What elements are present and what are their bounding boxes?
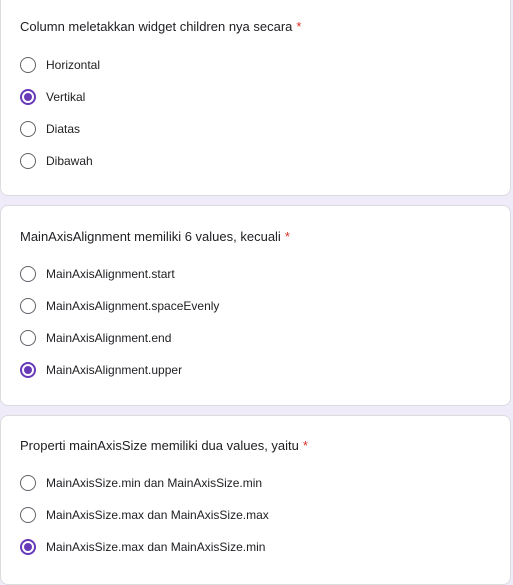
radio-button[interactable]	[20, 266, 36, 282]
radio-button[interactable]	[20, 475, 36, 491]
option-label: MainAxisSize.max dan MainAxisSize.min	[46, 540, 266, 554]
question-title: MainAxisAlignment memiliki 6 values, kec…	[20, 229, 290, 244]
question-card-3: Properti mainAxisSize memiliki dua value…	[0, 415, 511, 585]
radio-button[interactable]	[20, 298, 36, 314]
required-asterisk: *	[302, 438, 308, 453]
option-label: MainAxisAlignment.end	[46, 331, 172, 345]
option-label: MainAxisAlignment.start	[46, 267, 175, 281]
option-space-evenly[interactable]: MainAxisAlignment.spaceEvenly	[20, 296, 219, 316]
radio-button-selected[interactable]	[20, 89, 36, 105]
option-dibawah[interactable]: Dibawah	[20, 151, 93, 171]
option-diatas[interactable]: Diatas	[20, 119, 80, 139]
option-end[interactable]: MainAxisAlignment.end	[20, 328, 171, 348]
required-asterisk: *	[284, 229, 290, 244]
option-label: MainAxisAlignment.upper	[46, 363, 183, 377]
required-asterisk: *	[296, 19, 302, 34]
option-label: MainAxisAlignment.spaceEvenly	[46, 299, 220, 313]
radio-button[interactable]	[20, 507, 36, 523]
radio-button[interactable]	[20, 121, 36, 137]
question-title: Properti mainAxisSize memiliki dua value…	[20, 438, 308, 453]
radio-button-selected[interactable]	[20, 539, 36, 555]
question-card-1: Column meletakkan widget children nya se…	[0, 0, 511, 196]
option-label: Dibawah	[46, 154, 93, 168]
question-card-2: MainAxisAlignment memiliki 6 values, kec…	[0, 205, 511, 406]
option-label: MainAxisSize.min dan MainAxisSize.min	[46, 476, 263, 490]
question-title: Column meletakkan widget children nya se…	[20, 19, 302, 34]
option-horizontal[interactable]: Horizontal	[20, 55, 100, 75]
radio-button[interactable]	[20, 153, 36, 169]
option-start[interactable]: MainAxisAlignment.start	[20, 264, 175, 284]
option-label: MainAxisSize.max dan MainAxisSize.max	[46, 508, 269, 522]
radio-button-selected[interactable]	[20, 362, 36, 378]
option-max-max[interactable]: MainAxisSize.max dan MainAxisSize.max	[20, 505, 269, 525]
option-min-min[interactable]: MainAxisSize.min dan MainAxisSize.min	[20, 473, 262, 493]
option-label: Horizontal	[46, 58, 101, 72]
option-label: Diatas	[46, 122, 81, 136]
radio-button[interactable]	[20, 330, 36, 346]
radio-button[interactable]	[20, 57, 36, 73]
option-max-min[interactable]: MainAxisSize.max dan MainAxisSize.min	[20, 537, 265, 557]
option-vertikal[interactable]: Vertikal	[20, 87, 85, 107]
option-label: Vertikal	[46, 90, 86, 104]
option-upper[interactable]: MainAxisAlignment.upper	[20, 360, 182, 380]
